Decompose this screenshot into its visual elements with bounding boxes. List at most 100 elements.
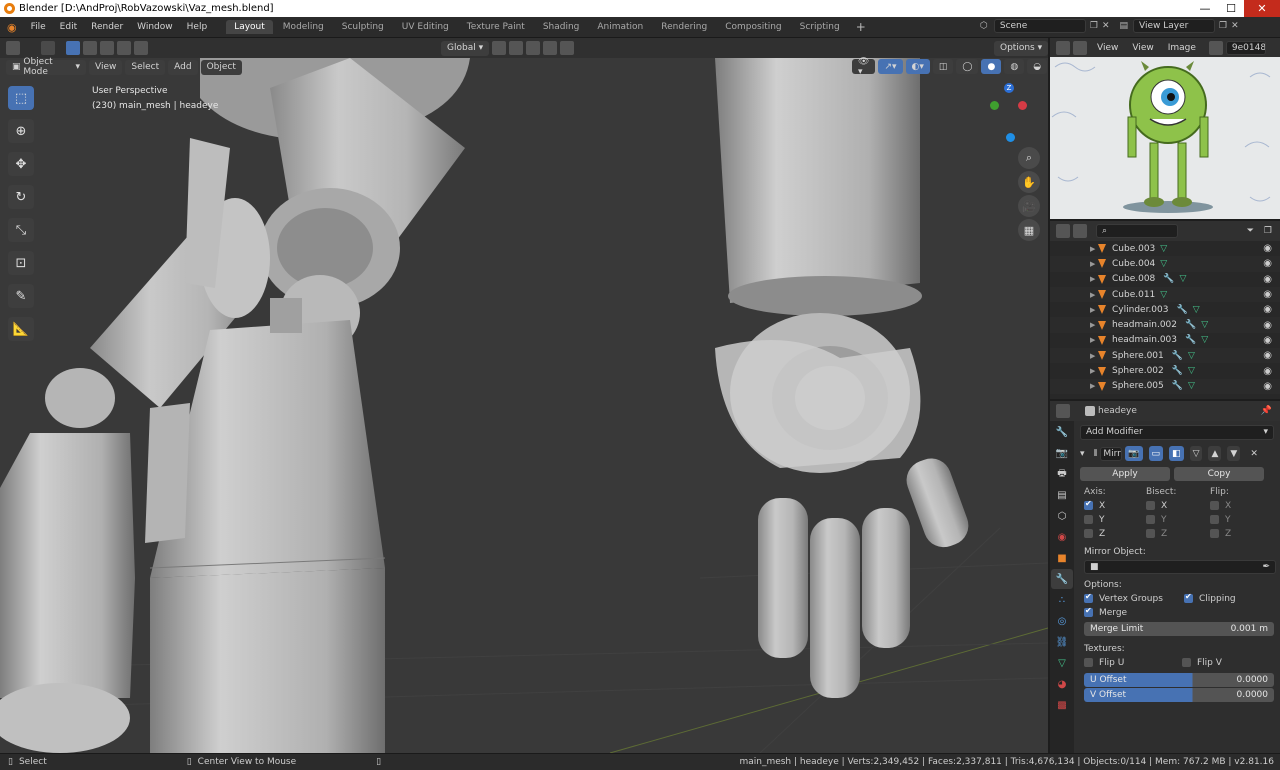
axis-x-checkbox[interactable]: X: [1080, 499, 1146, 511]
pivot-icon[interactable]: [492, 41, 507, 55]
mesh-data-icon[interactable]: ▽: [1160, 244, 1167, 254]
image-browse-icon[interactable]: [1208, 40, 1223, 55]
transform-orientation-dropdown[interactable]: Global ▾: [441, 40, 490, 56]
outliner-row[interactable]: ▶ Cube.011 ▽ ◉: [1050, 286, 1280, 303]
image-menu-view[interactable]: View: [1125, 43, 1160, 53]
bisect-y-checkbox[interactable]: Y: [1146, 515, 1210, 525]
visibility-eye-icon[interactable]: ◉: [1263, 289, 1272, 300]
gizmo-y-icon[interactable]: [990, 101, 999, 110]
scene-tab-icon[interactable]: ⬡: [1051, 506, 1073, 526]
image-mode-icon[interactable]: [1073, 40, 1087, 55]
outliner-search-input[interactable]: ⌕: [1096, 224, 1178, 238]
select-extend-icon[interactable]: [83, 41, 97, 55]
menu-help[interactable]: Help: [180, 22, 215, 32]
eyedropper-icon[interactable]: ✒: [1262, 562, 1270, 572]
tab-uv-editing[interactable]: UV Editing: [394, 20, 457, 34]
visibility-eye-icon[interactable]: ◉: [1263, 350, 1272, 361]
display-mode-icon[interactable]: [1073, 224, 1087, 238]
visibility-eye-icon[interactable]: ◉: [1263, 335, 1272, 346]
outliner-row[interactable]: ▶ headmain.003 🔧 ▽ ◉: [1050, 333, 1280, 348]
visibility-eye-icon[interactable]: ◉: [1263, 304, 1272, 315]
transform-tool-icon[interactable]: ⊡: [8, 251, 34, 275]
tab-animation[interactable]: Animation: [589, 20, 651, 34]
modifier-name-field[interactable]: Mirr: [1100, 446, 1123, 461]
overlay-toggle-icon[interactable]: ◐▾: [905, 59, 930, 74]
snap-target-icon[interactable]: [526, 41, 541, 55]
rotate-tool-icon[interactable]: ↻: [8, 185, 34, 209]
outliner-row[interactable]: ▶ Cube.008 🔧 ▽ ◉: [1050, 272, 1280, 287]
render-tab-icon[interactable]: 📷: [1051, 443, 1073, 463]
flip-x-checkbox[interactable]: X: [1210, 501, 1231, 511]
bisect-x-checkbox[interactable]: X: [1146, 501, 1210, 511]
view-layer-field[interactable]: View Layer: [1133, 19, 1215, 33]
gizmo-z-icon[interactable]: Z: [1004, 83, 1014, 93]
pan-hand-icon[interactable]: ✋: [1018, 171, 1040, 193]
delete-view-layer-icon[interactable]: ✕: [1231, 21, 1239, 31]
apply-button[interactable]: Apply: [1080, 467, 1170, 481]
merge-limit-field[interactable]: Merge Limit 0.001 m: [1084, 622, 1274, 636]
flip-v-checkbox[interactable]: Flip V: [1182, 658, 1222, 668]
tab-layout[interactable]: Layout: [226, 20, 273, 34]
visibility-eye-icon[interactable]: ◉: [1263, 243, 1272, 254]
navigation-gizmo[interactable]: Z: [978, 83, 1042, 147]
menu-add[interactable]: Add: [168, 59, 198, 75]
select-subtract-icon[interactable]: [100, 41, 114, 55]
image-menu-image[interactable]: Image: [1161, 43, 1203, 53]
annotate-tool-icon[interactable]: ✎: [8, 284, 34, 308]
object-tab-icon[interactable]: ■: [1051, 548, 1073, 568]
image-view-dropdown[interactable]: View: [1090, 43, 1125, 53]
outliner-row[interactable]: ▶ Cube.004 ▽ ◉: [1050, 256, 1280, 272]
menu-render[interactable]: Render: [84, 22, 130, 32]
snap-icon[interactable]: [509, 41, 524, 55]
properties-type-icon[interactable]: [1056, 404, 1070, 418]
move-tool-icon[interactable]: ✥: [8, 152, 34, 176]
flip-z-checkbox[interactable]: Z: [1210, 529, 1231, 539]
view-layer-tab-icon[interactable]: ▤: [1051, 485, 1073, 505]
menu-file[interactable]: File: [24, 22, 53, 32]
mesh-data-icon[interactable]: ▽: [1188, 381, 1195, 391]
gizmo-neg-z-icon[interactable]: [1006, 133, 1015, 142]
remove-modifier-icon[interactable]: ✕: [1250, 449, 1258, 459]
outliner-row[interactable]: ▶ Cylinder.003 🔧 ▽ ◉: [1050, 302, 1280, 317]
output-tab-icon[interactable]: 🖶: [1051, 464, 1073, 484]
select-intersect-icon[interactable]: [134, 41, 148, 55]
image-name-field[interactable]: 9e01489: [1225, 40, 1266, 55]
copy-button[interactable]: Copy: [1174, 467, 1264, 481]
modifier-wrench-icon[interactable]: 🔧: [1172, 366, 1183, 376]
select-box-tool-icon[interactable]: ⬚: [8, 86, 34, 110]
new-scene-icon[interactable]: ❐: [1090, 21, 1098, 31]
world-tab-icon[interactable]: ◉: [1051, 527, 1073, 547]
add-workspace-icon[interactable]: +: [850, 20, 872, 34]
material-shading-icon[interactable]: ◍: [1004, 59, 1025, 74]
mesh-data-icon[interactable]: ▽: [1201, 335, 1208, 345]
outliner-row[interactable]: ▶ Cube.003 ▽ ◉: [1050, 241, 1280, 256]
modifier-wrench-icon[interactable]: 🔧: [1176, 305, 1187, 315]
tab-compositing[interactable]: Compositing: [717, 20, 789, 34]
flip-y-checkbox[interactable]: Y: [1210, 515, 1231, 525]
outliner-row[interactable]: ▶ Sphere.001 🔧 ▽ ◉: [1050, 348, 1280, 364]
xray-icon[interactable]: ◫: [932, 59, 954, 74]
menu-edit[interactable]: Edit: [53, 22, 84, 32]
tool-tab-icon[interactable]: 🔧: [1051, 422, 1073, 442]
flip-u-checkbox[interactable]: Flip U: [1084, 658, 1182, 668]
mesh-data-icon[interactable]: ▽: [1180, 274, 1187, 284]
menu-view[interactable]: View: [89, 59, 123, 75]
measure-tool-icon[interactable]: 📐: [8, 317, 34, 341]
visibility-icon[interactable]: 👁▾: [852, 57, 876, 77]
editor-type-icon[interactable]: [6, 41, 20, 55]
options-dropdown[interactable]: Options ▾: [994, 40, 1049, 56]
merge-checkbox[interactable]: Merge: [1080, 606, 1274, 618]
outliner-type-icon[interactable]: [1056, 224, 1070, 238]
blender-menu-icon[interactable]: ◉: [0, 21, 24, 34]
cursor-tool-icon[interactable]: ⊕: [8, 119, 34, 143]
modifier-wrench-icon[interactable]: 🔧: [1172, 351, 1183, 361]
outliner-row[interactable]: ▶ headmain.002 🔧 ▽ ◉: [1050, 317, 1280, 333]
show-on-cage-icon[interactable]: ▽: [1189, 446, 1203, 461]
texture-tab-icon[interactable]: ▩: [1051, 695, 1073, 715]
select-invert-icon[interactable]: [117, 41, 131, 55]
data-tab-icon[interactable]: ▽: [1051, 653, 1073, 673]
mesh-data-icon[interactable]: ▽: [1188, 366, 1195, 376]
mesh-data-icon[interactable]: ▽: [1188, 351, 1195, 361]
u-offset-field[interactable]: U Offset 0.0000: [1084, 673, 1274, 687]
select-new-icon[interactable]: [66, 41, 80, 55]
